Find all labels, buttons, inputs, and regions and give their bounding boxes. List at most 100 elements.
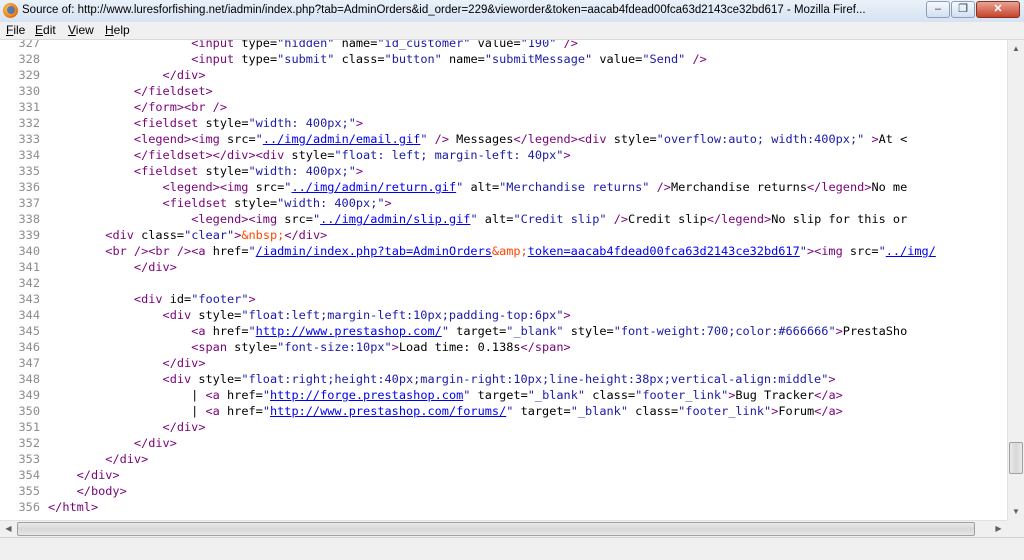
code-link[interactable]: token=aacab4fdead00fca63d2143ce32bd617	[528, 244, 800, 258]
scroll-right-arrow-icon[interactable]: ▶	[990, 521, 1007, 537]
line-code: </body>	[48, 483, 127, 499]
code-attribute: target	[456, 324, 500, 338]
code-tag: </body>	[76, 484, 127, 498]
code-link[interactable]: ../img/admin/return.gif	[291, 180, 456, 194]
menu-help[interactable]: Help	[103, 23, 132, 37]
code-tag: <img	[191, 132, 220, 146]
line-number: 344	[18, 308, 40, 322]
code-attribute: class	[141, 228, 177, 242]
source-view[interactable]: 327 <input type="hidden" name="id_custom…	[0, 40, 1007, 520]
code-tag: />	[692, 52, 707, 66]
code-attribute: style	[291, 148, 328, 162]
scroll-down-arrow-icon[interactable]: ▼	[1008, 503, 1024, 520]
line-code: <fieldset style="width: 400px;">	[48, 115, 363, 131]
scroll-left-arrow-icon[interactable]: ◀	[0, 521, 17, 537]
code-link[interactable]: http://www.prestashop.com/	[256, 324, 442, 338]
line-number: 328	[18, 52, 40, 66]
line-code: <a href="http://www.prestashop.com/" tar…	[48, 323, 907, 339]
code-tag: </div>	[162, 356, 206, 370]
line-number: 350	[18, 404, 40, 418]
source-line: 329 </div>	[0, 67, 1007, 83]
menu-file[interactable]: File	[4, 23, 27, 37]
minimize-button[interactable]: –	[926, 1, 950, 18]
code-value: "	[878, 244, 886, 258]
code-value: "footer_link"	[635, 388, 729, 402]
line-number: 337	[18, 196, 40, 210]
code-attribute: href	[227, 388, 256, 402]
code-text: =	[377, 52, 385, 66]
code-tag: <div	[162, 372, 192, 386]
code-link[interactable]: ../img/admin/email.gif	[263, 132, 421, 146]
menu-view[interactable]: View	[66, 23, 96, 37]
code-tag: <a	[205, 404, 220, 418]
code-attribute: alt	[470, 180, 492, 194]
line-number: 327	[18, 40, 40, 50]
line-number: 335	[18, 164, 40, 178]
source-line: 333 <legend><img src="../img/admin/email…	[0, 131, 1007, 147]
code-text: At <	[878, 132, 908, 146]
code-link[interactable]: /iadmin/index.php?tab=AdminOrders	[256, 244, 492, 258]
code-link[interactable]: ../img/	[886, 244, 936, 258]
source-line: 331 </form><br />	[0, 99, 1007, 115]
source-line: 342	[0, 275, 1007, 291]
code-tag: </fieldset>	[133, 148, 213, 162]
code-link[interactable]: ../img/admin/slip.gif	[320, 212, 470, 226]
code-value: "width: 400px;"	[248, 116, 356, 130]
code-attribute: value	[477, 40, 514, 50]
code-tag: </div>	[162, 68, 206, 82]
code-link[interactable]: http://forge.prestashop.com	[270, 388, 463, 402]
code-text: |	[48, 388, 206, 402]
code-value: "id_customer"	[377, 40, 471, 50]
code-tag: >	[835, 324, 843, 338]
code-value: "	[470, 212, 478, 226]
line-code: </fieldset></div><div style="float: left…	[48, 147, 571, 163]
code-link[interactable]: http://www.prestashop.com/forums/	[270, 404, 506, 418]
line-code: <div id="footer">	[48, 291, 256, 307]
code-tag: <legend>	[191, 212, 249, 226]
code-tag: />	[656, 180, 671, 194]
code-text: =	[871, 244, 879, 258]
title-bar[interactable]: Source of: http://www.luresforfishing.ne…	[0, 0, 1024, 23]
line-code: <input type="submit" class="button" name…	[48, 51, 707, 67]
code-value: "Send"	[642, 52, 686, 66]
line-code: <input type="hidden" name="id_customer" …	[48, 40, 578, 51]
code-attribute: src	[849, 244, 872, 258]
code-tag: <fieldset	[133, 116, 199, 130]
close-button[interactable]: ✕	[976, 1, 1020, 18]
menu-edit[interactable]: Edit	[33, 23, 58, 37]
code-value: "Credit slip"	[513, 212, 607, 226]
code-value: "	[799, 244, 807, 258]
line-code: <fieldset style="width: 400px;">	[48, 195, 392, 211]
scroll-up-arrow-icon[interactable]: ▲	[1008, 40, 1024, 57]
maximize-button[interactable]: ❐	[951, 1, 975, 18]
code-tag: <input	[191, 52, 235, 66]
code-tag: </div>	[284, 228, 328, 242]
code-tag: <legend>	[162, 180, 220, 194]
code-value: "Merchandise returns"	[499, 180, 650, 194]
code-tag: <span	[191, 340, 227, 354]
vertical-scroll-thumb[interactable]	[1009, 442, 1023, 475]
code-text: =	[241, 244, 249, 258]
code-text: =	[513, 40, 521, 50]
vertical-scrollbar[interactable]: ▲ ▼	[1007, 40, 1024, 520]
horizontal-scrollbar[interactable]: ◀ ▶	[0, 520, 1007, 537]
code-tag: <a	[205, 388, 220, 402]
line-number: 340	[18, 244, 40, 258]
code-attribute: href	[212, 324, 242, 338]
horizontal-scroll-thumb[interactable]	[17, 522, 975, 536]
